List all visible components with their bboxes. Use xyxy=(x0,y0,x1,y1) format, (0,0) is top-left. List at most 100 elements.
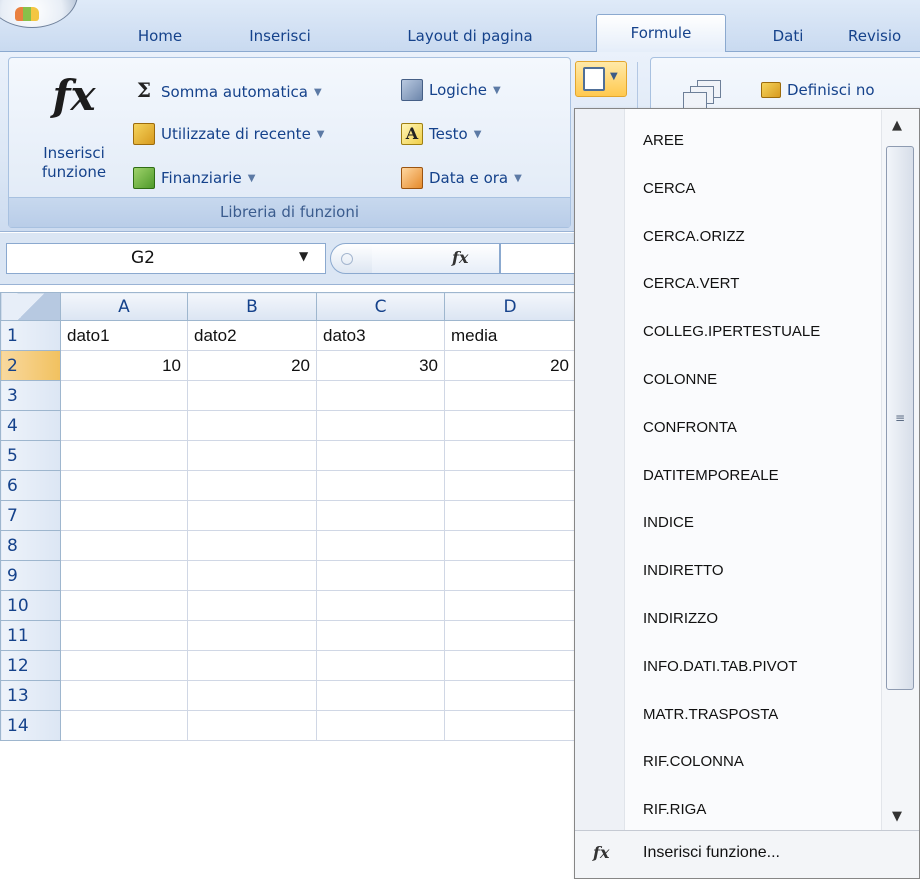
cell[interactable] xyxy=(60,440,188,471)
logical-functions-button[interactable]: Logiche ▼ xyxy=(401,76,501,104)
cell[interactable] xyxy=(316,680,445,711)
row-header[interactable]: 14 xyxy=(0,710,61,741)
cell[interactable] xyxy=(60,530,188,561)
cell[interactable] xyxy=(316,620,445,651)
menu-item[interactable]: INDICE xyxy=(625,499,879,547)
row-header[interactable]: 1 xyxy=(0,320,61,351)
cell[interactable] xyxy=(316,710,445,741)
formula-bar-expand-handle[interactable] xyxy=(330,243,372,274)
cell[interactable] xyxy=(444,590,576,621)
cell[interactable] xyxy=(316,560,445,591)
cell[interactable] xyxy=(187,680,317,711)
datetime-functions-button[interactable]: Data e ora ▼ xyxy=(401,164,522,192)
cell[interactable] xyxy=(187,380,317,411)
column-header-d[interactable]: D xyxy=(444,292,576,321)
cell[interactable]: media xyxy=(444,320,576,351)
menu-scrollbar[interactable]: ▲ ≡ ▼ xyxy=(881,110,919,830)
chevron-down-icon[interactable]: ▼ xyxy=(299,249,308,263)
cell[interactable] xyxy=(60,470,188,501)
financial-functions-button[interactable]: Finanziarie ▼ xyxy=(133,164,255,192)
scroll-down-icon[interactable]: ▼ xyxy=(892,809,902,824)
cell[interactable] xyxy=(60,500,188,531)
select-all-corner[interactable] xyxy=(0,292,61,321)
row-header[interactable]: 2 xyxy=(0,350,61,381)
insert-function-button[interactable]: fx Inserisci funzione xyxy=(19,64,129,198)
row-header[interactable]: 8 xyxy=(0,530,61,561)
cell[interactable] xyxy=(316,380,445,411)
cell[interactable]: dato3 xyxy=(316,320,445,351)
cell[interactable] xyxy=(60,410,188,441)
cell[interactable]: 20 xyxy=(444,350,576,381)
cell[interactable] xyxy=(444,710,576,741)
cell[interactable] xyxy=(444,470,576,501)
cell[interactable] xyxy=(60,620,188,651)
cell[interactable] xyxy=(444,650,576,681)
cell[interactable]: dato2 xyxy=(187,320,317,351)
column-header-b[interactable]: B xyxy=(187,292,317,321)
define-name-button[interactable]: Definisci no xyxy=(761,76,875,104)
menu-item[interactable]: DATITEMPOREALE xyxy=(625,452,879,500)
cell[interactable] xyxy=(444,410,576,441)
row-header[interactable]: 12 xyxy=(0,650,61,681)
scrollbar-thumb[interactable]: ≡ xyxy=(886,146,914,690)
cell[interactable] xyxy=(316,650,445,681)
menu-item[interactable]: INDIRETTO xyxy=(625,547,879,595)
cell[interactable] xyxy=(60,560,188,591)
menu-item[interactable]: RIF.COLONNA xyxy=(625,738,879,786)
cell[interactable] xyxy=(187,560,317,591)
cell[interactable] xyxy=(316,440,445,471)
menu-item[interactable]: CERCA xyxy=(625,165,879,213)
cell[interactable] xyxy=(187,650,317,681)
cell[interactable] xyxy=(187,440,317,471)
cell[interactable] xyxy=(60,680,188,711)
row-header[interactable]: 6 xyxy=(0,470,61,501)
insert-function-menu-item[interactable]: fx Inserisci funzione... xyxy=(575,830,919,878)
row-header[interactable]: 11 xyxy=(0,620,61,651)
text-functions-button[interactable]: A Testo ▼ xyxy=(401,120,481,148)
cell[interactable] xyxy=(444,620,576,651)
cell[interactable] xyxy=(444,530,576,561)
cell[interactable] xyxy=(444,680,576,711)
cell[interactable] xyxy=(187,470,317,501)
row-header[interactable]: 3 xyxy=(0,380,61,411)
cell[interactable] xyxy=(444,500,576,531)
tab-home[interactable]: Home xyxy=(118,22,202,52)
tab-insert[interactable]: Inserisci xyxy=(230,22,330,52)
menu-item[interactable]: RIF.RIGA xyxy=(625,786,879,834)
cell[interactable] xyxy=(187,530,317,561)
menu-item[interactable]: COLLEG.IPERTESTUALE xyxy=(625,308,879,356)
cell[interactable] xyxy=(444,380,576,411)
menu-item[interactable]: CERCA.ORIZZ xyxy=(625,213,879,261)
cell[interactable] xyxy=(187,590,317,621)
menu-item[interactable]: INDIRIZZO xyxy=(625,595,879,643)
autosum-button[interactable]: Σ Somma automatica ▼ xyxy=(133,76,322,104)
name-box[interactable]: G2 ▼ xyxy=(6,243,326,274)
recent-functions-button[interactable]: Utilizzate di recente ▼ xyxy=(133,120,325,148)
insert-function-fx-button[interactable]: fx xyxy=(372,243,500,274)
cell[interactable] xyxy=(316,470,445,501)
cell[interactable] xyxy=(60,380,188,411)
cell[interactable] xyxy=(60,650,188,681)
cell[interactable] xyxy=(316,590,445,621)
cell[interactable] xyxy=(444,560,576,591)
menu-item[interactable]: CERCA.VERT xyxy=(625,260,879,308)
menu-item[interactable]: COLONNE xyxy=(625,356,879,404)
tab-data[interactable]: Dati xyxy=(746,22,830,52)
cell[interactable]: 10 xyxy=(60,350,188,381)
cell[interactable] xyxy=(316,530,445,561)
cell[interactable] xyxy=(316,500,445,531)
menu-item[interactable]: CONFRONTA xyxy=(625,404,879,452)
cell[interactable] xyxy=(316,410,445,441)
cell[interactable]: 20 xyxy=(187,350,317,381)
cell[interactable] xyxy=(60,710,188,741)
cell[interactable]: dato1 xyxy=(60,320,188,351)
tab-review[interactable]: Revisio xyxy=(848,22,920,52)
scroll-up-icon[interactable]: ▲ xyxy=(892,118,902,133)
name-manager-icon[interactable] xyxy=(683,80,723,110)
lookup-reference-button[interactable]: ▼ xyxy=(575,61,627,97)
cell[interactable] xyxy=(187,620,317,651)
menu-item[interactable]: MATR.TRASPOSTA xyxy=(625,691,879,739)
row-header[interactable]: 5 xyxy=(0,440,61,471)
column-header-c[interactable]: C xyxy=(316,292,445,321)
row-header[interactable]: 7 xyxy=(0,500,61,531)
